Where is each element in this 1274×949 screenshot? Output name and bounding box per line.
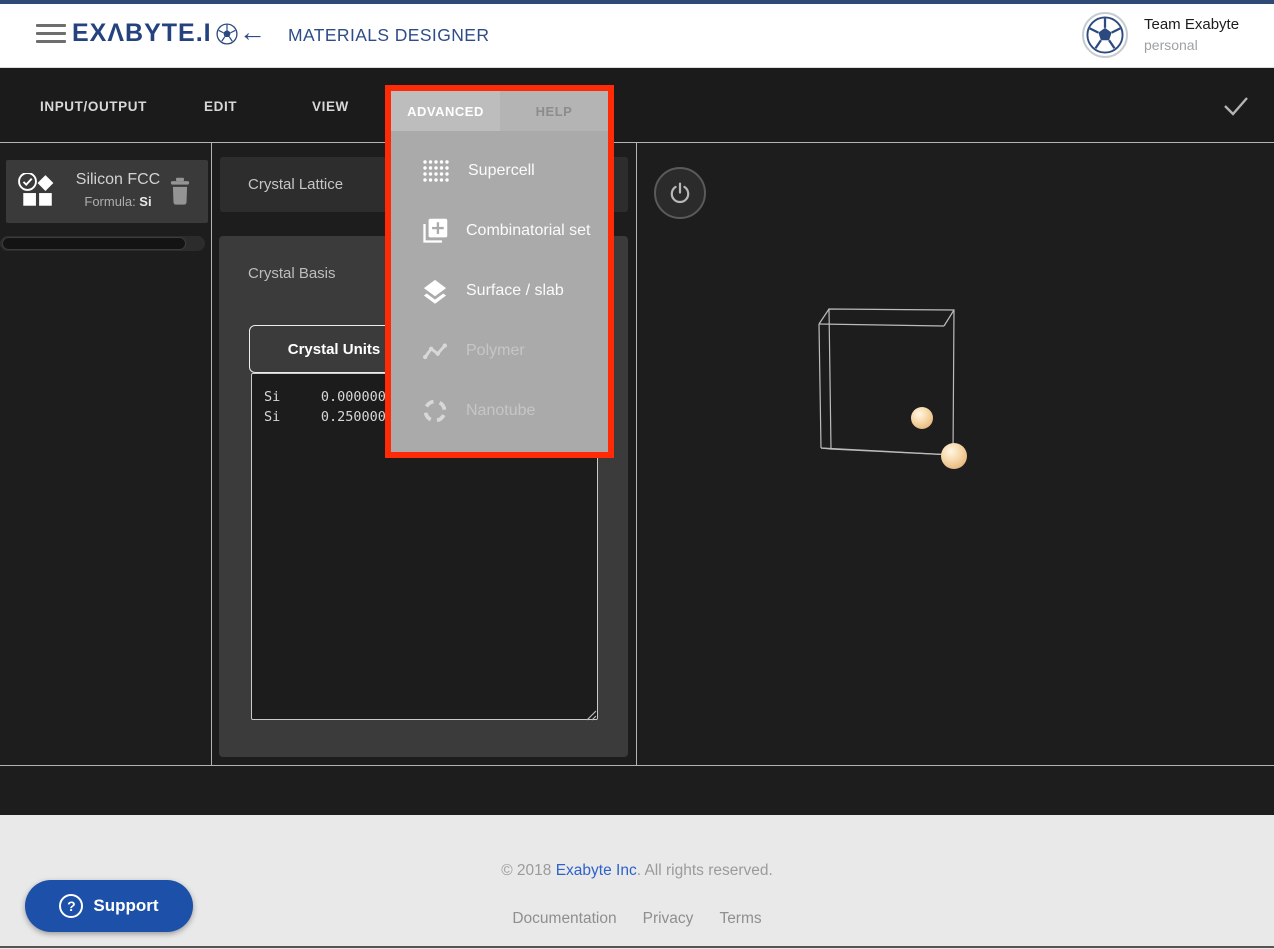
user-role: personal [1144, 37, 1198, 53]
surface-slab-icon [421, 277, 449, 305]
advanced-menu-paper: Supercell Combinatorial set Surface / sl… [391, 131, 608, 452]
nanotube-icon [421, 397, 449, 425]
menubar-item-edit[interactable]: EDIT [204, 99, 237, 114]
team-ball-icon [1086, 16, 1124, 54]
logo-text: EXΛBYTE.I [72, 19, 212, 48]
footer-link-documentation[interactable]: Documentation [512, 910, 616, 928]
delete-material-icon[interactable] [166, 176, 194, 208]
hamburger-menu-icon[interactable] [36, 24, 66, 45]
exabyte-logo[interactable]: EXΛBYTE.I [72, 19, 238, 48]
copyright-text: © 2018 Exabyte Inc. All rights reserved. [0, 862, 1274, 880]
viewer-3d-canvas[interactable] [637, 143, 1274, 765]
advanced-menu-dropdown: ADVANCED HELP Supercell [385, 85, 614, 458]
materials-designer-app: EXΛBYTE.I ← MATERIALS DESIGNER [0, 0, 1274, 949]
page-title: MATERIALS DESIGNER [288, 25, 489, 46]
avatar[interactable] [1082, 12, 1128, 58]
crystal-lattice-label: Crystal Lattice [248, 176, 343, 193]
material-formula: Formula: Si [68, 194, 168, 209]
sidebar-divider [211, 143, 212, 765]
silicon-atom [941, 443, 967, 469]
footer-link-terms[interactable]: Terms [719, 910, 761, 928]
footer-link-privacy[interactable]: Privacy [643, 910, 694, 928]
footer-bottom-line [0, 946, 1274, 948]
back-arrow-icon[interactable]: ← [239, 17, 266, 48]
crystal-basis-label: Crystal Basis [248, 265, 336, 282]
material-list-item[interactable]: Silicon FCC Formula: Si [6, 160, 208, 223]
sidebar-scrollbar-thumb[interactable] [2, 237, 186, 250]
menu-item-surface-slab[interactable]: Surface / slab [391, 261, 608, 321]
designer-menubar: INPUT/OUTPUT EDIT VIEW [0, 68, 1274, 143]
footer: © 2018 Exabyte Inc. All rights reserved.… [0, 815, 1274, 949]
bottom-divider [0, 765, 1274, 766]
menu-item-combinatorial-set[interactable]: Combinatorial set [391, 201, 608, 261]
menu-item-polymer: Polymer [391, 321, 608, 381]
menubar-item-help[interactable]: HELP [500, 91, 608, 131]
app-header: EXΛBYTE.I ← MATERIALS DESIGNER [0, 4, 1274, 68]
user-name[interactable]: Team Exabyte [1144, 16, 1239, 33]
question-circle-icon: ? [59, 894, 83, 918]
material-widgets-icon [18, 173, 56, 211]
polymer-icon [421, 339, 449, 363]
menubar-item-advanced[interactable]: ADVANCED [391, 91, 500, 131]
menubar-item-view[interactable]: VIEW [312, 99, 349, 114]
save-check-icon[interactable] [1222, 94, 1250, 117]
menu-item-supercell[interactable]: Supercell [391, 141, 608, 201]
dropdown-tab-row: ADVANCED HELP [391, 91, 608, 131]
combinatorial-set-icon [421, 217, 449, 245]
silicon-atom [911, 407, 933, 429]
exabyte-inc-link[interactable]: Exabyte Inc [556, 862, 637, 879]
menubar-item-input-output[interactable]: INPUT/OUTPUT [40, 99, 147, 114]
textarea-resize-grip[interactable] [586, 708, 597, 719]
material-title: Silicon FCC [68, 171, 168, 189]
support-button[interactable]: ? Support [25, 880, 193, 932]
supercell-grid-icon [421, 158, 451, 184]
soccer-ball-icon [216, 23, 238, 45]
menu-item-nanotube: Nanotube [391, 381, 608, 441]
